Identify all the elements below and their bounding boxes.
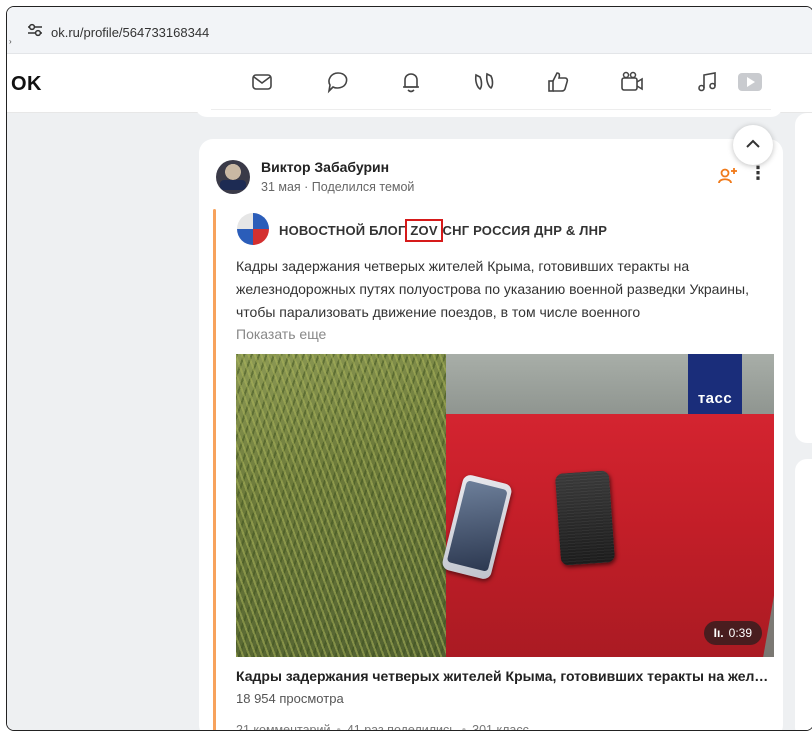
video-frame-phone [554, 470, 616, 566]
stats-bars-icon: Iı. [713, 626, 724, 640]
post-text: Кадры задержания четверых жителей Крыма,… [236, 258, 749, 320]
ok-logo[interactable]: OK [11, 73, 42, 96]
comments-count[interactable]: 21 комментарий [236, 723, 330, 730]
tass-watermark: тасс [688, 354, 742, 414]
shared-topic-marker [213, 209, 216, 730]
music-icon[interactable] [695, 69, 721, 95]
likes-count[interactable]: 301 класс [472, 723, 529, 730]
video-duration-badge: Iı. 0:39 [703, 621, 762, 645]
mail-icon[interactable] [249, 69, 275, 95]
browser-window: › ok.ru/profile/564733168344 OK Виктор З… [6, 6, 812, 731]
feed-post: Виктор Забабурин 31 мая · Поделился темо… [199, 125, 783, 731]
group-avatar[interactable] [237, 213, 269, 245]
previous-post-card [195, 103, 783, 117]
guests-icon[interactable] [471, 69, 497, 95]
post-stats: 21 комментарий • 41 раз поделились • 301 кла… [236, 723, 529, 731]
show-more-link[interactable]: Показать еще [236, 326, 326, 342]
chat-icon[interactable] [325, 69, 351, 95]
post-meta: 31 мая · Поделился темой [261, 180, 415, 194]
cursor-glyph: › [9, 37, 12, 46]
like-icon[interactable] [545, 69, 571, 95]
separator-dot: • [461, 723, 467, 731]
add-friend-icon[interactable] [717, 165, 739, 187]
group-name[interactable]: НОВОСТНОЙ БЛОГ ZOV СНГ РОССИЯ ДНР & ЛНР [279, 219, 608, 242]
highlighted-word: ZOV [405, 219, 443, 242]
video-frame-grass [236, 354, 446, 657]
more-options-icon[interactable]: ⋮ [749, 163, 767, 184]
separator-dot: • [336, 723, 341, 731]
right-sidebar-card [795, 459, 812, 730]
address-bar[interactable]: › ok.ru/profile/564733168344 [7, 7, 812, 54]
video-duration: 0:39 [728, 626, 752, 640]
chevron-up-icon [746, 139, 760, 148]
group-name-part: СНГ РОССИЯ ДНР & ЛНР [438, 223, 608, 238]
url-text[interactable]: ok.ru/profile/564733168344 [51, 25, 209, 40]
video-icon[interactable] [619, 69, 645, 95]
feed-area: Виктор Забабурин 31 мая · Поделился темо… [7, 103, 812, 731]
scroll-up-button[interactable] [733, 125, 773, 165]
play-icon[interactable] [737, 69, 763, 95]
video-views: 18 954 просмотра [236, 691, 344, 706]
video-title[interactable]: Кадры задержания четверых жителей Крыма,… [236, 668, 776, 684]
video-player[interactable]: тасс Iı. 0:39 [236, 354, 774, 657]
group-name-part: НОВОСТНОЙ БЛОГ [279, 223, 410, 238]
bell-icon[interactable] [398, 69, 424, 95]
author-avatar[interactable] [216, 160, 250, 194]
shares-count[interactable]: 41 раз поделились [347, 723, 456, 730]
site-settings-icon[interactable] [27, 23, 43, 37]
author-name[interactable]: Виктор Забабурин [261, 159, 389, 175]
right-sidebar-card [795, 113, 812, 443]
